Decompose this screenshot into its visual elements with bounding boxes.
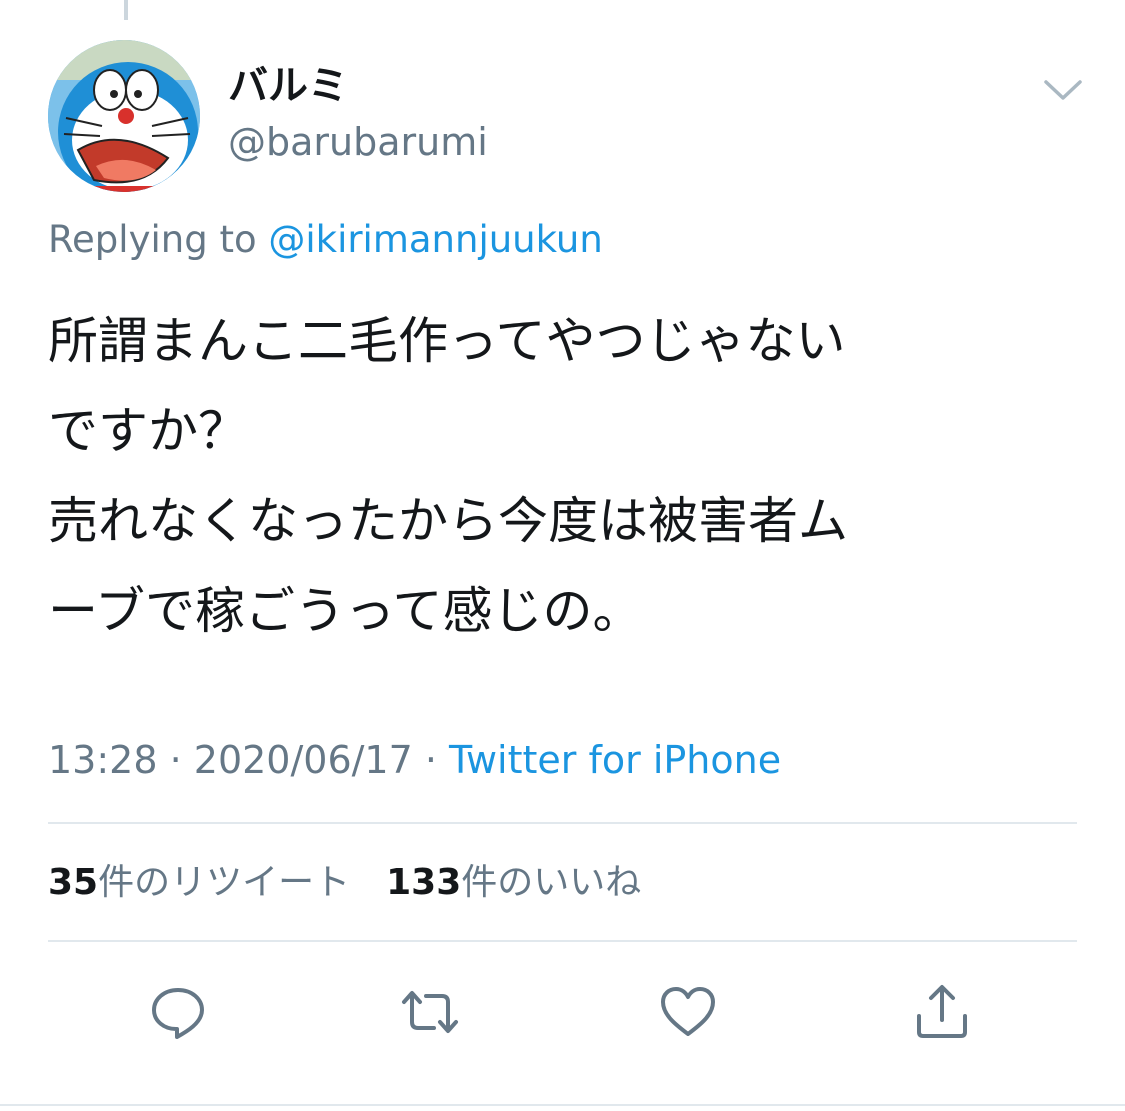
like-count: 133 <box>386 862 462 903</box>
replying-to-label: Replying to <box>48 218 269 261</box>
tweet-text-line: ですか？ <box>48 402 248 460</box>
replying-to: Replying to @ikirimannjuukun <box>48 214 603 266</box>
like-label: 件のいいね <box>461 862 642 903</box>
retweet-label: 件のリツイート <box>98 862 351 903</box>
tweet-source-link[interactable]: Twitter for iPhone <box>449 738 781 782</box>
retweet-stat[interactable]: 35件のリツイート <box>48 862 350 903</box>
avatar[interactable] <box>48 40 200 192</box>
like-stat[interactable]: 133件のいいね <box>386 862 641 903</box>
bottom-divider <box>0 1104 1125 1106</box>
thread-connector-line <box>124 0 128 20</box>
chevron-down-icon[interactable] <box>1040 74 1086 104</box>
divider <box>48 940 1077 942</box>
share-button[interactable] <box>910 980 974 1044</box>
reply-icon <box>152 988 204 1039</box>
tweet-time[interactable]: 13:28 <box>48 738 158 782</box>
tweet-meta: 13:28 · 2020/06/17 · Twitter for iPhone <box>48 734 781 786</box>
reply-button[interactable] <box>146 980 210 1044</box>
like-button[interactable] <box>656 980 720 1044</box>
meta-separator: · <box>412 738 450 782</box>
retweet-button[interactable] <box>398 980 462 1044</box>
avatar-image <box>48 40 200 192</box>
heart-icon <box>661 987 715 1036</box>
tweet-stats: 35件のリツイート 133件のいいね <box>48 858 641 908</box>
tweet-date[interactable]: 2020/06/17 <box>194 738 413 782</box>
tweet-text: 所謂まんこ二毛作ってやつじゃない ですか？ 売れなくなったから今度は被害者ム ー… <box>48 296 1088 656</box>
share-icon <box>917 985 967 1038</box>
reply-mention-link[interactable]: @ikirimannjuukun <box>268 218 602 261</box>
retweet-icon <box>402 991 458 1033</box>
meta-separator: · <box>157 738 194 782</box>
retweet-count: 35 <box>48 862 99 903</box>
author-handle[interactable]: @barubarumi <box>228 118 488 166</box>
tweet-text-line: 売れなくなったから今度は被害者ム <box>48 492 848 550</box>
divider <box>48 822 1077 824</box>
tweet-text-line: ーブで稼ごうって感じの。 <box>48 582 643 640</box>
tweet-text-line: 所謂まんこ二毛作ってやつじゃない <box>48 312 846 370</box>
author-display-name[interactable]: バルミ <box>228 62 348 110</box>
